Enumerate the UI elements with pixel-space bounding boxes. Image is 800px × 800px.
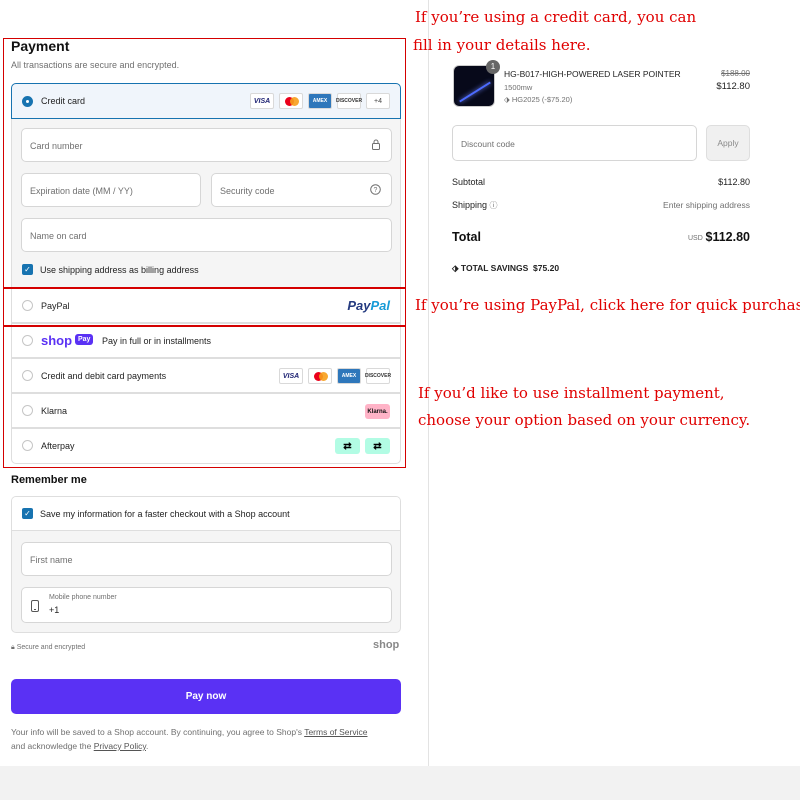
- checkout-page: Payment All transactions are secure and …: [0, 0, 800, 766]
- shipping-value: Enter shipping address: [663, 200, 750, 210]
- save-info-label: Save my information for a faster checkou…: [40, 509, 290, 519]
- save-info-checkbox[interactable]: ✓: [22, 508, 33, 519]
- shop-small-logo: shop: [373, 639, 400, 651]
- product-discount-text: HG2025 (-$75.20): [511, 95, 573, 104]
- total-savings: ⬗ TOTAL SAVINGS $75.20: [452, 263, 559, 274]
- first-name-field[interactable]: First name: [21, 542, 392, 576]
- mobile-phone-field[interactable]: Mobile phone number +1: [21, 587, 392, 623]
- quantity-badge: 1: [486, 60, 500, 74]
- discount-code-field[interactable]: Discount code: [452, 125, 697, 161]
- product-discount: ⬗ HG2025 (-$75.20): [504, 95, 572, 104]
- terms-link[interactable]: Terms of Service: [304, 727, 367, 737]
- credit-card-highlight-box: [3, 38, 406, 288]
- paypal-highlight-box: [3, 288, 406, 326]
- save-info-row[interactable]: ✓ Save my information for a faster check…: [12, 497, 400, 531]
- product-variant: 1500mw: [504, 83, 533, 92]
- credit-card-annotation-line2: fill in your details here.: [413, 36, 591, 54]
- installment-annotation-line1: If you’d like to use installment payment…: [418, 384, 725, 402]
- tag-icon: ⬗: [452, 263, 459, 273]
- secure-text: Secure and encrypted: [16, 644, 86, 651]
- credit-card-annotation-line1: If you’re using a credit card, you can: [415, 8, 697, 26]
- original-price: $188.00: [721, 69, 750, 78]
- shipping-label: Shipping: [452, 200, 488, 210]
- subtotal-label: Subtotal: [452, 177, 486, 187]
- sale-price: $112.80: [716, 81, 750, 92]
- product-name: HG-B017-HIGH-POWERED LASER POINTER: [504, 69, 681, 79]
- total-label: Total: [452, 230, 481, 244]
- total-savings-label: TOTAL SAVINGS: [460, 263, 529, 273]
- paypal-annotation: If you’re using PayPal, click here for q…: [415, 296, 800, 314]
- subtotal-value: $112.80: [718, 177, 750, 187]
- info-icon[interactable]: ⓘ: [490, 201, 498, 210]
- total-value: $112.80: [705, 230, 751, 244]
- mobile-phone-label: Mobile phone number: [49, 594, 117, 601]
- apply-button[interactable]: Apply: [706, 125, 750, 161]
- page-bottom-band: [0, 766, 800, 800]
- lock-icon: 🔒︎: [11, 644, 15, 651]
- legal-text-part: Your info will be saved to a Shop accoun…: [11, 727, 305, 737]
- legal-text: Your info will be saved to a Shop accoun…: [11, 725, 406, 753]
- mobile-phone-value: +1: [49, 605, 60, 615]
- legal-text-part: and acknowledge the: [11, 741, 94, 751]
- installment-annotation-line2: choose your option based on your currenc…: [418, 411, 751, 429]
- shipping-row: Shipping ⓘ: [452, 200, 498, 211]
- column-divider: [428, 0, 429, 766]
- phone-icon: [31, 600, 39, 612]
- tag-icon: ⬗: [504, 95, 510, 104]
- legal-text-part: .: [145, 741, 149, 751]
- installment-highlight-box: [3, 326, 406, 468]
- total-currency: USD: [688, 235, 703, 242]
- remember-me-title: Remember me: [11, 474, 87, 486]
- remember-me-box: ✓ Save my information for a faster check…: [11, 496, 401, 633]
- privacy-link[interactable]: Privacy Policy: [94, 741, 146, 751]
- secure-note: 🔒︎ Secure and encrypted: [11, 644, 85, 652]
- first-name-placeholder: First name: [30, 555, 73, 565]
- pay-now-button[interactable]: Pay now: [11, 679, 401, 714]
- total-savings-value: $75.20: [533, 263, 560, 273]
- discount-code-placeholder: Discount code: [461, 139, 515, 149]
